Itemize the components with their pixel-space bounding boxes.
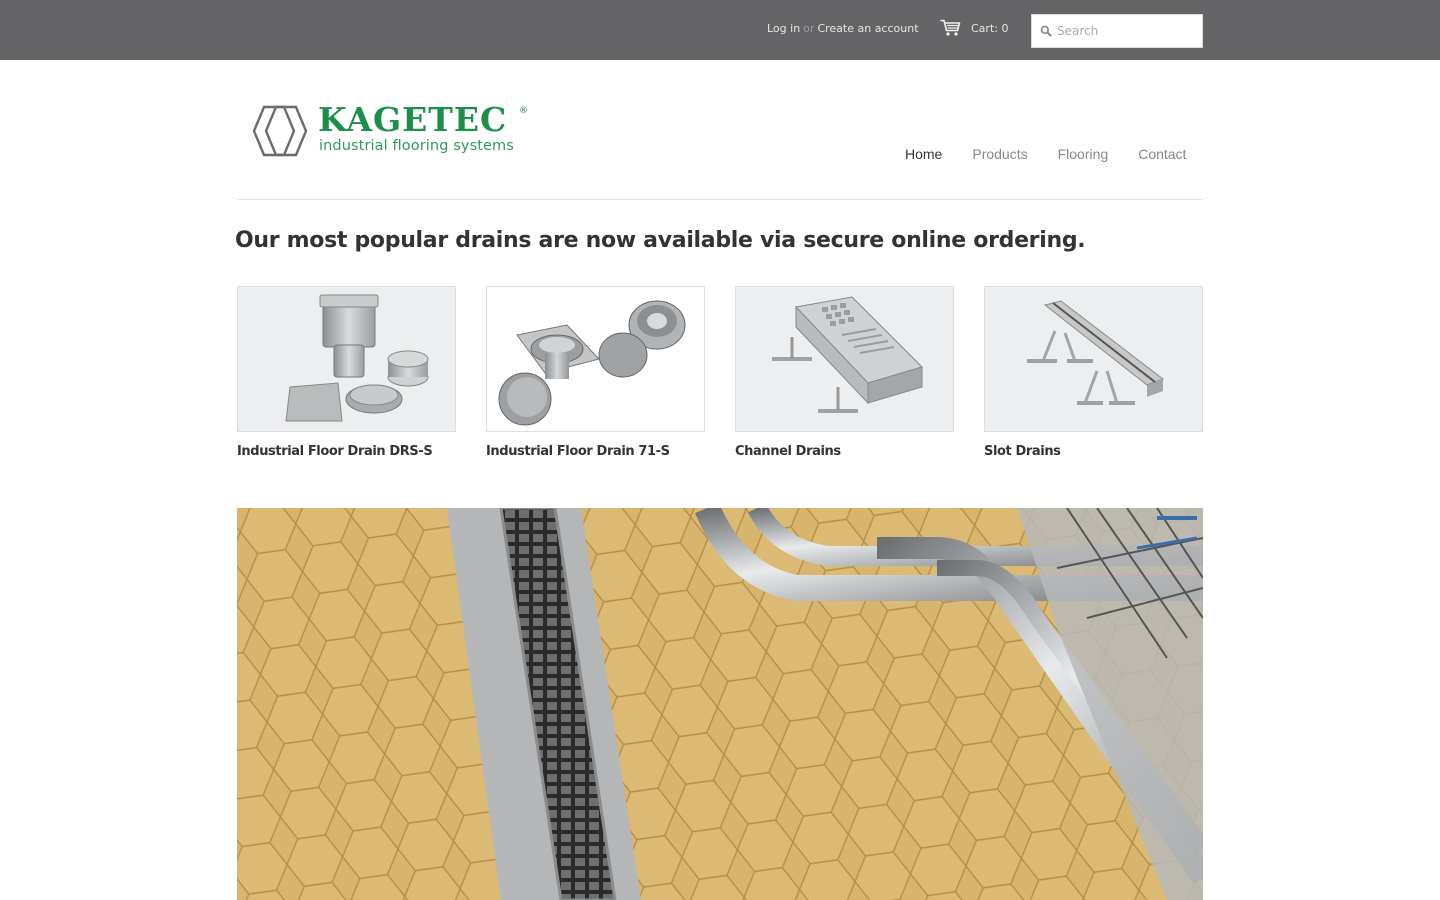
nav-home[interactable]: Home <box>890 145 957 163</box>
kagetec-logo[interactable]: KAGETEC ® industrial flooring systems <box>248 100 538 162</box>
registered-mark: ® <box>519 106 528 116</box>
product-title[interactable]: Industrial Floor Drain 71-S <box>486 444 705 459</box>
product-card[interactable]: Industrial Floor Drain DRS-S <box>237 286 456 459</box>
product-image[interactable] <box>486 286 705 432</box>
nav-products[interactable]: Products <box>957 145 1042 163</box>
nav-flooring[interactable]: Flooring <box>1043 145 1124 163</box>
search-box <box>1031 14 1203 48</box>
brand-name: KAGETEC <box>318 100 508 139</box>
login-link[interactable]: Log in <box>767 22 800 35</box>
account-links: Log in or Create an account <box>767 22 919 35</box>
product-card[interactable]: Channel Drains <box>735 286 954 459</box>
product-title[interactable]: Channel Drains <box>735 444 954 459</box>
product-image[interactable] <box>984 286 1203 432</box>
product-image[interactable] <box>735 286 954 432</box>
search-icon <box>1040 25 1052 37</box>
product-title[interactable]: Industrial Floor Drain DRS-S <box>237 444 456 459</box>
nav-contact[interactable]: Contact <box>1123 145 1201 163</box>
top-bar: Log in or Create an account Cart: 0 <box>0 0 1440 60</box>
product-image[interactable] <box>237 286 456 432</box>
main-nav: Home Products Flooring Contact <box>890 145 1201 163</box>
brand-tagline: industrial flooring systems <box>319 138 514 154</box>
header-divider <box>237 199 1203 200</box>
hexagon-logo-icon <box>252 105 308 157</box>
product-card[interactable]: Industrial Floor Drain 71-S <box>486 286 705 459</box>
product-title[interactable]: Slot Drains <box>984 444 1203 459</box>
cart-icon <box>940 19 961 36</box>
or-separator: or <box>803 22 815 35</box>
hero-image <box>237 508 1203 900</box>
search-input[interactable] <box>1057 24 1197 38</box>
page-headline: Our most popular drains are now availabl… <box>235 228 1086 253</box>
cart-link[interactable]: Cart: 0 <box>940 19 1008 37</box>
create-account-link[interactable]: Create an account <box>817 22 918 35</box>
product-card[interactable]: Slot Drains <box>984 286 1203 459</box>
cart-label: Cart: 0 <box>971 21 1009 35</box>
